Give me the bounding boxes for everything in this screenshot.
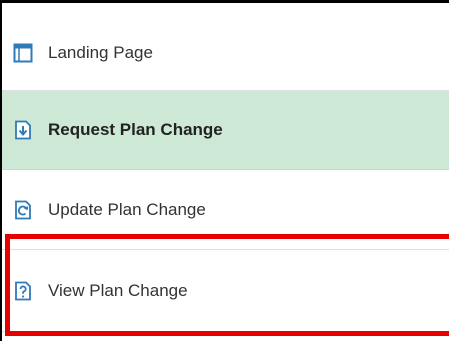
menu-item-view-plan-change[interactable]: View Plan Change: [2, 250, 449, 332]
menu-item-label: Update Plan Change: [48, 199, 206, 219]
view-document-icon: [13, 281, 33, 301]
menu-item-update-plan-change[interactable]: Update Plan Change: [2, 170, 449, 250]
request-document-icon: [13, 120, 33, 140]
menu-item-label: View Plan Change: [48, 280, 188, 300]
plan-change-menu: Landing Page Request Plan Change Update …: [2, 3, 449, 341]
update-document-icon: [13, 200, 33, 220]
menu-item-request-plan-change[interactable]: Request Plan Change: [2, 91, 449, 170]
menu-item-landing-page[interactable]: Landing Page: [2, 15, 449, 91]
menu-item-label: Landing Page: [48, 42, 153, 62]
landing-page-icon: [13, 43, 33, 63]
menu-item-label: Request Plan Change: [48, 120, 223, 139]
